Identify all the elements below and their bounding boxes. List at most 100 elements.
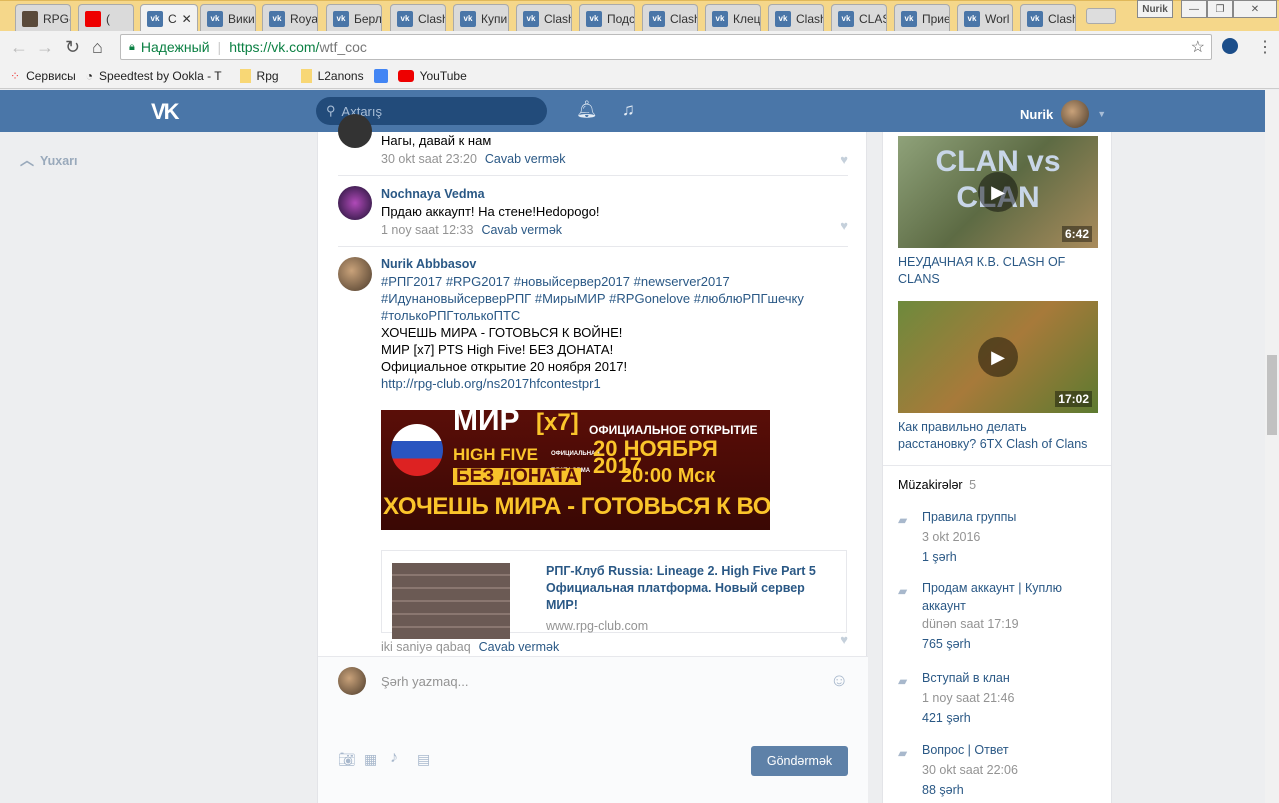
scroll-up-button[interactable]: ︿ Yuxarı (20, 150, 78, 170)
profile-button[interactable]: Nurik (1137, 0, 1173, 18)
browser-tab[interactable]: vk Прие (894, 4, 950, 32)
music-icon[interactable]: ♫ (622, 100, 635, 120)
reload-icon[interactable]: ↻ (65, 37, 80, 58)
discussion-comments[interactable]: 421 şərh (922, 708, 1102, 728)
right-sidebar: CLAN vs CLAN ▶ 6:42 НЕУДАЧНАЯ К.В. CLASH… (882, 132, 1112, 803)
discussion-comments[interactable]: 1 şərh (922, 547, 1102, 567)
bookmark-youtube[interactable]: YouTube (397, 69, 467, 83)
link-title[interactable]: РПГ-Клуб Russia: Lineage 2. High Five Pa… (546, 563, 836, 614)
vk-favicon: vk (523, 10, 539, 27)
star-icon[interactable]: ☆ (1191, 37, 1205, 57)
camera-icon[interactable]: 📷︎ (338, 751, 356, 768)
promo-banner-image[interactable]: МИР [x7] HIGH FIVE ОФИЦИАЛЬНАЯ ПЛАТФОРМА… (381, 410, 770, 530)
discussion-item[interactable]: ▰ Правила группы 3 okt 2016 1 şərh (898, 507, 1102, 567)
vk-favicon: vk (207, 10, 223, 27)
discussion-comments[interactable]: 765 şərh (922, 635, 1082, 653)
like-icon[interactable]: ♥ (840, 152, 848, 167)
comment-time[interactable]: iki saniyə qabaq (381, 640, 471, 654)
bookmark-rpg[interactable]: Rpg (239, 68, 279, 83)
back-icon[interactable]: ← (10, 37, 28, 58)
avatar[interactable] (338, 186, 372, 220)
browser-tab[interactable]: vk Вики (200, 4, 256, 32)
link-domain: www.rpg-club.com (546, 619, 649, 633)
author-name[interactable]: Nurik Abbbasov (381, 256, 848, 273)
vk-logo[interactable]: VK (151, 99, 180, 125)
video-thumbnail[interactable]: CLAN vs CLAN ▶ 6:42 (898, 136, 1098, 248)
browser-tab[interactable]: vk CLAS (831, 4, 887, 32)
new-tab-button[interactable] (1086, 8, 1116, 24)
bookmark-l2anons[interactable]: L2anons (300, 68, 364, 83)
browser-tab[interactable]: vk С ✕ (140, 4, 198, 32)
translate-icon (373, 68, 388, 83)
browser-tab[interactable]: vk Clash (768, 4, 824, 32)
reply-link[interactable]: Cavab vermək (481, 223, 562, 237)
forward-icon[interactable]: → (36, 37, 54, 58)
video-duration: 17:02 (1055, 391, 1092, 407)
bookmark-services[interactable]: ⁘ Сервисы (10, 69, 76, 83)
reply-link[interactable]: Cavab vermək (479, 640, 560, 654)
reply-link[interactable]: Cavab vermək (485, 152, 566, 166)
minimize-button[interactable]: — (1181, 0, 1207, 18)
discussion-title[interactable]: Правила группы (922, 507, 1102, 527)
video-title[interactable]: Как правильно делать расстановку? 6ТХ Cl… (898, 419, 1098, 453)
address-bar[interactable]: 🔒︎ Надежный | https://vk.com/ wtf_coc ☆ (120, 34, 1212, 60)
close-window-button[interactable]: ✕ (1233, 0, 1277, 18)
browser-tab[interactable]: vk Clash (642, 4, 698, 32)
audio-icon[interactable]: ♪ (390, 749, 398, 767)
divider (883, 465, 1111, 466)
bookmark-translate[interactable] (373, 68, 388, 83)
browser-tab[interactable]: vk Worl (957, 4, 1013, 32)
discussion-title[interactable]: Вопрос | Ответ (922, 740, 1102, 760)
bookmark-label: Speedtest by Ookla - T (99, 68, 222, 83)
extension-icon[interactable] (1222, 38, 1238, 54)
home-icon[interactable]: ⌂ (92, 37, 103, 58)
browser-tab[interactable]: vk Roya (262, 4, 318, 32)
avatar[interactable] (338, 114, 372, 148)
maximize-button[interactable]: ❐ (1207, 0, 1233, 18)
video-title[interactable]: НЕУДАЧНАЯ К.В. CLASH OF CLANS (898, 254, 1098, 288)
document-icon[interactable]: ▤ (417, 751, 430, 768)
tab-title: Вики (228, 11, 255, 26)
browser-tab[interactable]: vk Купи (453, 4, 509, 32)
bell-icon[interactable]: 🔔︎ (576, 100, 598, 120)
hashtags[interactable]: #толькоРПГтолькоПТС (381, 307, 848, 324)
comment-time[interactable]: 1 noy saat 12:33 (381, 223, 473, 237)
browser-tab[interactable]: vk Clash (516, 4, 572, 32)
url-path: wtf_coc (319, 39, 367, 55)
author-name[interactable]: Nochnaya Vedma (381, 186, 848, 203)
browser-tab[interactable]: vk Берл (326, 4, 382, 32)
browser-tab[interactable]: vk Подс (579, 4, 635, 32)
browser-tab[interactable]: vk Клец (705, 4, 761, 32)
hashtags[interactable]: #ИдунановыйсерверРПГ #МирыМИР #RPGonelov… (381, 290, 848, 307)
browser-tab[interactable]: ( (78, 4, 134, 32)
scrollbar-thumb[interactable] (1267, 355, 1277, 435)
like-icon[interactable]: ♥ (840, 218, 848, 233)
emoji-icon[interactable]: ☺ (830, 670, 848, 691)
discussion-comments[interactable]: 88 şərh (922, 780, 1102, 800)
like-icon[interactable]: ♥ (840, 632, 848, 647)
video-thumbnail[interactable]: ▶ 17:02 (898, 301, 1098, 413)
discussion-title[interactable]: Продам аккаунт | Куплю аккаунт (922, 579, 1082, 615)
menu-icon[interactable]: ⋮ (1257, 37, 1273, 57)
send-button[interactable]: Göndərmək (751, 746, 848, 776)
avatar (338, 667, 366, 695)
post-link[interactable]: http://rpg-club.org/ns2017hfcontestpr1 (381, 375, 848, 392)
discussion-title[interactable]: Вступай в клан (922, 668, 1102, 688)
discussions-header[interactable]: Müzakirələr 5 (898, 478, 976, 492)
bookmark-speedtest[interactable]: ◔ Speedtest by Ookla - T (86, 69, 222, 83)
comment-input[interactable]: Şərh yazmaq... (381, 674, 821, 689)
discussion-item[interactable]: ▰ Вопрос | Ответ 30 okt saat 22:06 88 şərh (898, 740, 1102, 800)
user-menu[interactable]: Nurik ▼ (1020, 100, 1106, 128)
video-icon[interactable]: ▦ (364, 751, 377, 768)
close-tab-icon[interactable]: ✕ (182, 12, 192, 26)
browser-tab[interactable]: vk Clash (390, 4, 446, 32)
discussion-item[interactable]: ▰ Продам аккаунт | Куплю аккаунт dünən saa… (898, 579, 1082, 653)
link-preview-card[interactable]: РПГ-Клуб Russia: Lineage 2. High Five Pa… (381, 550, 847, 639)
scrollbar[interactable] (1265, 90, 1279, 803)
discussion-item[interactable]: ▰ Вступай в клан 1 noy saat 21:46 421 şərh (898, 668, 1102, 728)
comment-time[interactable]: 30 okt saat 23:20 (381, 152, 477, 166)
browser-tab[interactable]: RPG- (15, 4, 71, 32)
avatar[interactable] (338, 257, 372, 291)
browser-tab[interactable]: vk Clash (1020, 4, 1076, 32)
hashtags[interactable]: #РПГ2017 #RPG2017 #новыйсервер2017 #news… (381, 273, 848, 290)
